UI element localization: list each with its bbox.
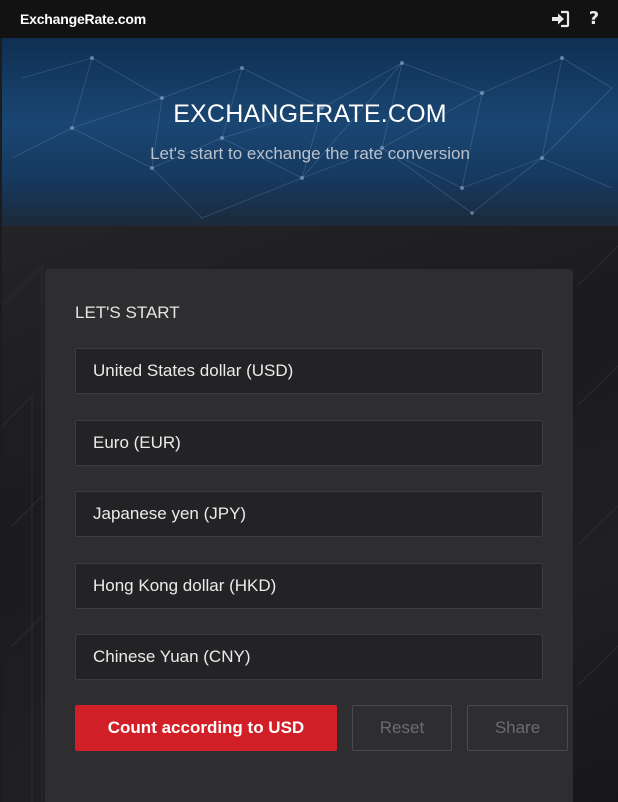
hero-subtitle: Let's start to exchange the rate convers… — [150, 144, 470, 163]
help-icon[interactable]: ? — [584, 9, 604, 29]
currency-field-cny[interactable]: Chinese Yuan (CNY) — [75, 634, 543, 680]
currency-field-hkd[interactable]: Hong Kong dollar (HKD) — [75, 563, 543, 609]
currency-field-eur[interactable]: Euro (EUR) — [75, 420, 543, 466]
share-button[interactable]: Share — [467, 705, 568, 751]
top-bar: ExchangeRate.com ? — [0, 0, 618, 38]
hero-title: EXCHANGERATE.COM — [173, 100, 447, 128]
currency-field-jpy[interactable]: Japanese yen (JPY) — [75, 491, 543, 537]
card-heading: LET'S START — [75, 303, 180, 322]
converter-card: LET'S START United States dollar (USD) E… — [45, 269, 573, 802]
currency-field-usd[interactable]: United States dollar (USD) — [75, 348, 543, 394]
reset-button[interactable]: Reset — [352, 705, 452, 751]
top-actions: ? — [550, 9, 604, 29]
sign-in-icon[interactable] — [550, 9, 570, 29]
network-background-graphic — [11, 56, 613, 219]
brand-name[interactable]: ExchangeRate.com — [20, 11, 146, 27]
count-button[interactable]: Count according to USD — [75, 705, 337, 751]
hero-banner: EXCHANGERATE.COM Let's start to exchange… — [2, 38, 618, 226]
